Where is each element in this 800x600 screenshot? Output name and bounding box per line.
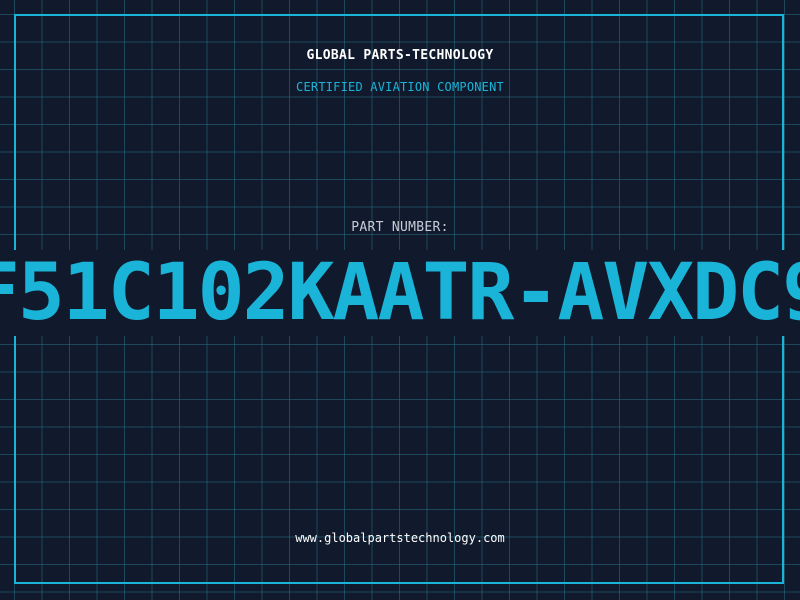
certification-subtitle: CERTIFIED AVIATION COMPONENT	[296, 80, 504, 94]
label-canvas: GLOBAL PARTS-TECHNOLOGY CERTIFIED AVIATI…	[0, 0, 800, 600]
company-name: GLOBAL PARTS-TECHNOLOGY	[306, 48, 494, 63]
part-number-value: DF51C102KAATR-AVXDC90	[0, 250, 800, 336]
part-number-band: DF51C102KAATR-AVXDC90	[0, 250, 800, 336]
website-link[interactable]: www.globalpartstechnology.com	[0, 531, 800, 545]
part-number-label: PART NUMBER:	[351, 220, 449, 235]
